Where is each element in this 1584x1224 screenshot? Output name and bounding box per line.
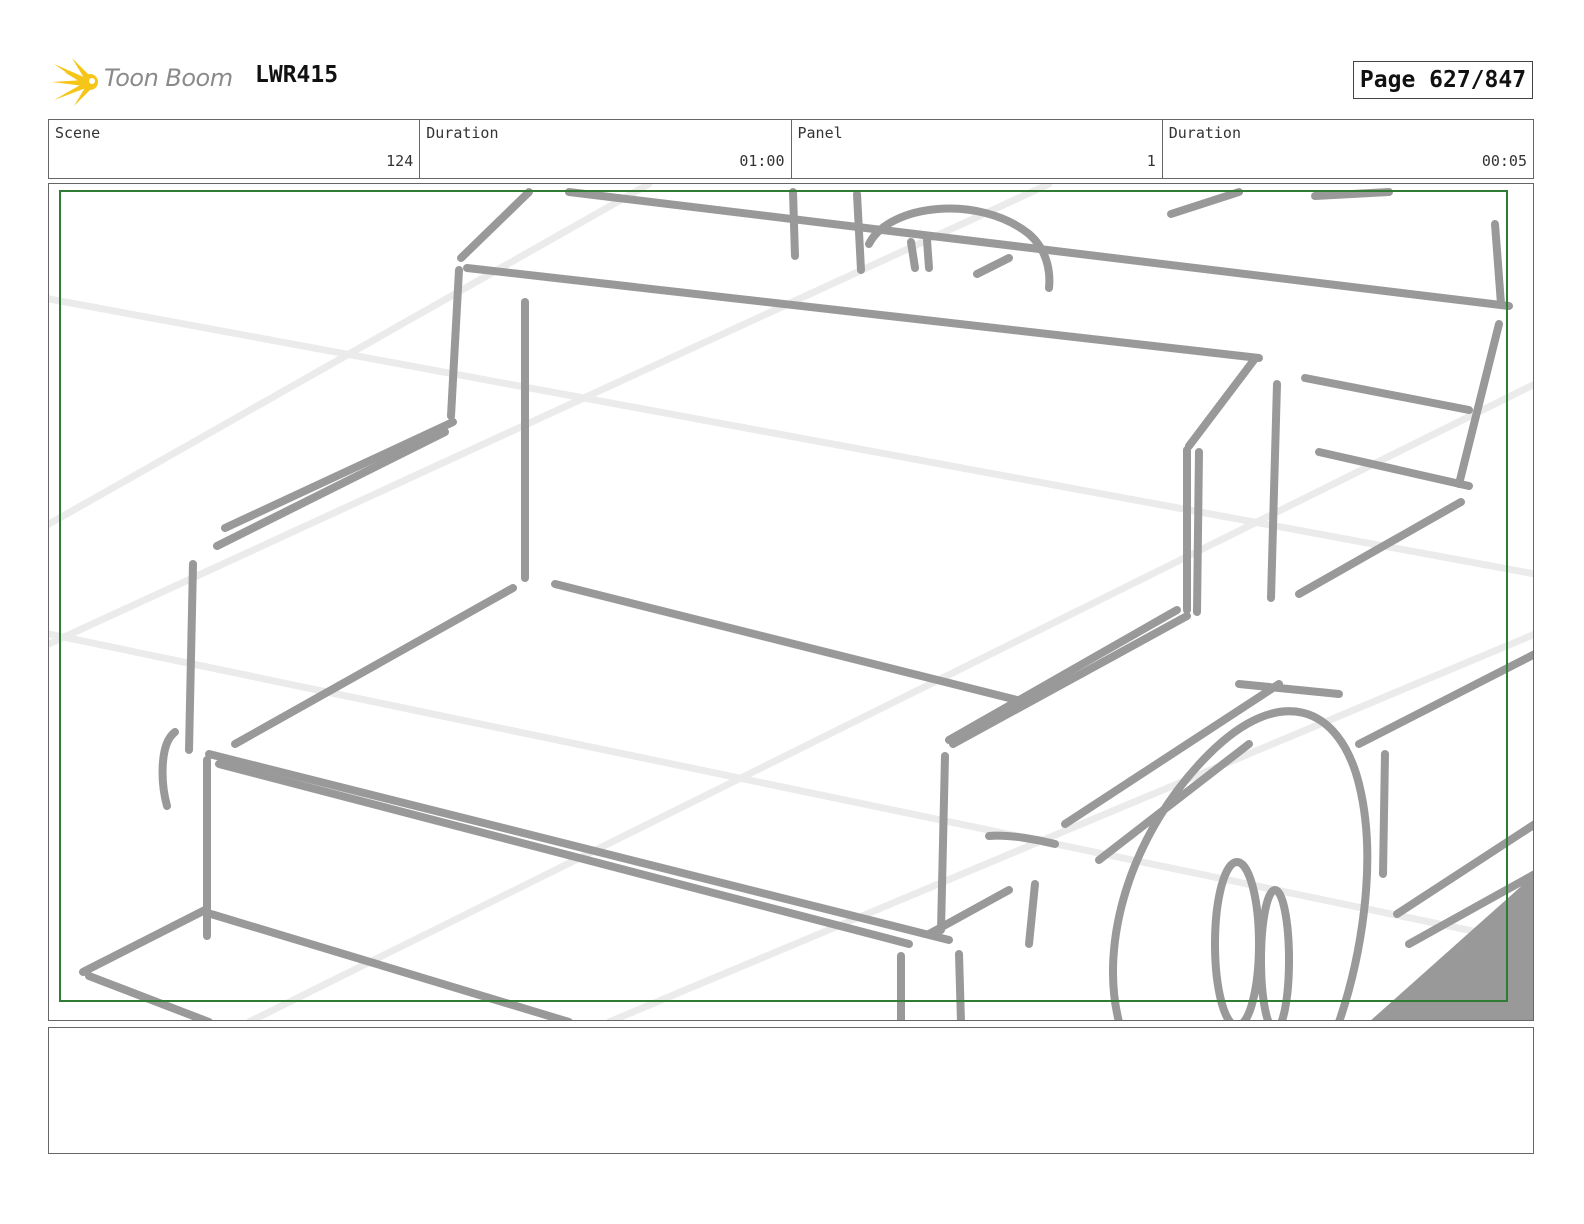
- shadow-wedge: [1371, 875, 1533, 1020]
- scene-value: 124: [386, 152, 414, 170]
- panel-duration-value: 00:05: [1481, 152, 1527, 170]
- scene-label: Scene: [55, 124, 101, 142]
- panel-value: 1: [1146, 152, 1156, 170]
- floor-grid: [49, 184, 1533, 1020]
- scene-duration-cell: Duration 01:00: [420, 120, 792, 178]
- panel-duration-cell: Duration 00:05: [1163, 120, 1533, 178]
- panel-sketch: [49, 184, 1533, 1020]
- panel-notes-box: [48, 1027, 1534, 1154]
- panel-label: Panel: [797, 124, 843, 142]
- scene-duration-value: 01:00: [739, 152, 785, 170]
- panel-duration-label: Duration: [1168, 124, 1241, 142]
- page-number: Page 627/847: [1353, 61, 1533, 99]
- panel-cell: Panel 1: [792, 120, 1163, 178]
- logo-text: Toon Boom: [104, 64, 233, 92]
- scene-info-table: Scene 124 Duration 01:00 Panel 1 Duratio…: [48, 119, 1534, 179]
- safe-frame: [59, 190, 1508, 1002]
- scene-duration-label: Duration: [426, 124, 499, 142]
- storyboard-panel: [48, 183, 1534, 1021]
- scene-cell: Scene 124: [49, 120, 421, 178]
- project-code: LWR415: [255, 62, 339, 88]
